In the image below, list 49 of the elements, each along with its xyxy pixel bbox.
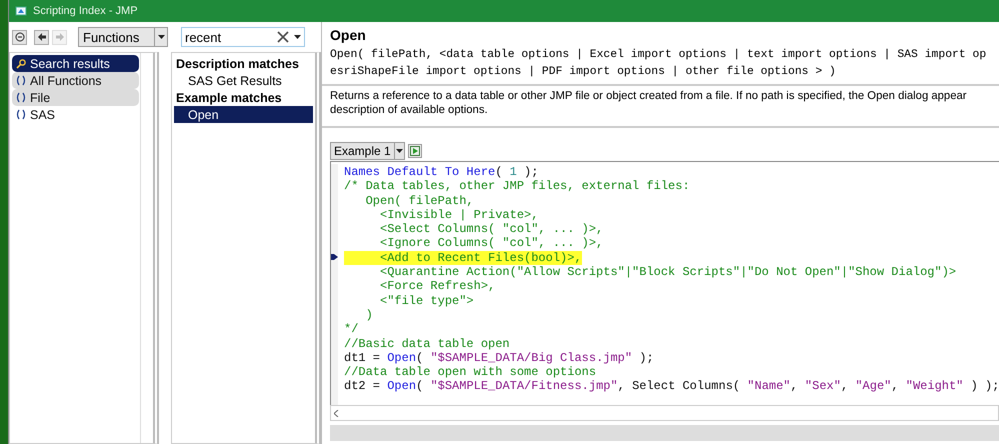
code-line: //Data table open with some options — [344, 365, 596, 380]
sidebar-item[interactable]: All Functions — [12, 72, 139, 89]
function-title: Open — [330, 27, 367, 45]
run-button[interactable] — [408, 144, 422, 158]
sidebar-item[interactable]: SAS — [12, 106, 139, 123]
code-line: ) — [364, 308, 373, 322]
code-line: /* Data tables, other JMP files, external files: — [344, 179, 690, 194]
code-line: dt2 = Open( "$SAMPLE_DATA/Fitness.jmp", Select Columns( "Name", "Sex", "Age", "Weight" ) ); — [344, 379, 999, 394]
category-dropdown[interactable]: Functions — [78, 27, 168, 47]
code-line: //Basic data table open — [344, 336, 510, 351]
clear-icon[interactable] — [277, 31, 289, 43]
result-item[interactable]: SAS Get Results — [174, 72, 313, 89]
caret-icon — [396, 149, 403, 153]
function-description: Returns a reference to a data table or other JMP file or object created from a file. If no path is specified, the Open dialog appear — [330, 89, 968, 103]
function-signature: esriShapeFile import options | PDF import options | other file options > ) — [330, 64, 837, 80]
code-line: <Quarantine Action("Allow Scripts"|"Block Scripts"|"Do Not Open"|"Show Dialog")> — [379, 265, 956, 280]
function-description: description of available options. — [330, 103, 489, 117]
code-line: */ — [344, 322, 358, 336]
code-editor[interactable] — [330, 161, 999, 405]
sidebar-item[interactable]: File — [12, 89, 139, 106]
code-line: <Ignore Columns( "col", ... )>, — [379, 236, 604, 250]
code-line: <"file type"> — [379, 294, 474, 308]
horizontal-scrollbar[interactable] — [330, 405, 999, 421]
back-button[interactable] — [34, 30, 49, 44]
function-icon — [16, 109, 26, 120]
search-icon — [16, 58, 26, 68]
app-icon — [15, 5, 27, 17]
code-line: Open( filePath, — [364, 194, 474, 208]
function-icon — [16, 92, 26, 103]
code-line: <Force Refresh>, — [379, 279, 496, 294]
back-arrow-icon — [36, 32, 46, 42]
scroll-left-icon[interactable] — [334, 410, 339, 416]
forward-arrow-icon — [54, 32, 64, 42]
sidebar-item[interactable]: Search results — [12, 55, 139, 72]
caret-icon — [158, 35, 164, 39]
code-line: Names Default To Here( 1 ); — [344, 165, 538, 179]
example-dropdown[interactable]: Example 1 — [330, 142, 405, 160]
collapse-button[interactable] — [12, 30, 27, 44]
window-title: Scripting Index - JMP — [33, 5, 138, 17]
search-field[interactable]: recent — [181, 27, 305, 47]
code-line: <Select Columns( "col", ... )>, — [379, 222, 604, 236]
code-line: <Invisible | Private>, — [379, 208, 538, 222]
caret-icon[interactable] — [294, 35, 301, 39]
function-signature: Open( filePath, <data table options | Excel import options | text import options | SAS import op — [330, 48, 988, 63]
function-icon — [16, 75, 26, 86]
result-item[interactable]: Open — [174, 106, 313, 123]
results-heading: Example matches — [175, 90, 283, 106]
code-line: dt1 = Open( "$SAMPLE_DATA/Big Class.jmp" ); — [344, 350, 654, 365]
results-heading: Description matches — [175, 56, 300, 72]
